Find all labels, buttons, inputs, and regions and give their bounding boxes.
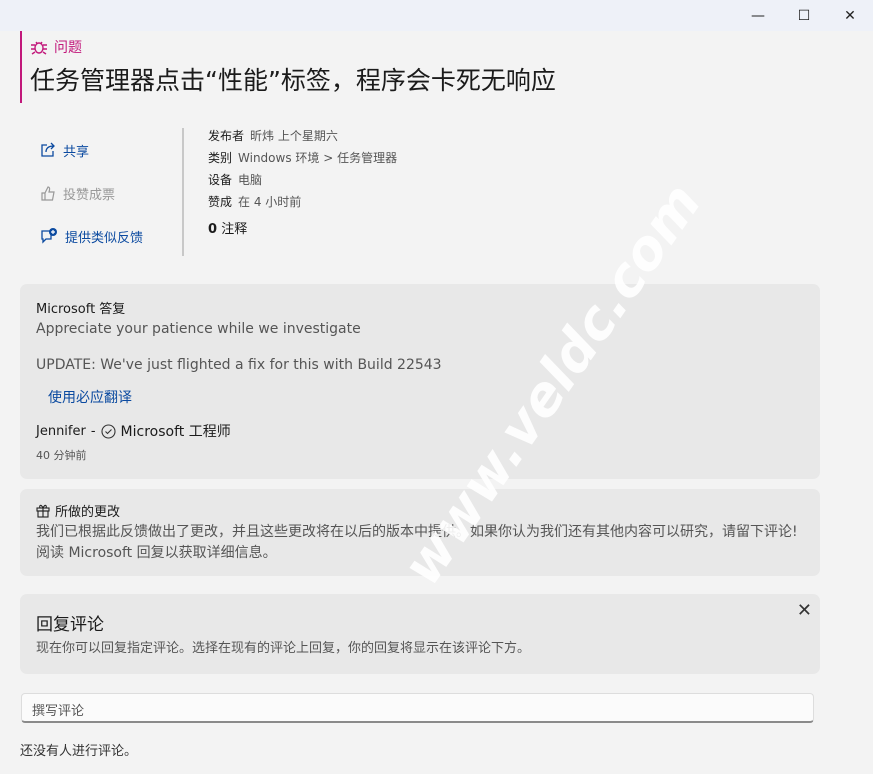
reply-tip-heading: 回复评论 [36,615,104,635]
share-icon [41,142,55,157]
comment-input[interactable]: 撰写评论 [21,693,814,723]
changes-heading: 所做的更改 [55,505,121,520]
gift-icon [36,504,50,518]
add-comment-icon [41,228,57,244]
no-comments-text: 还没有人进行评论。 [20,744,138,759]
title-bar: — ☐ ✕ [0,0,873,31]
changes-card: 所做的更改 我们已根据此反馈做出了更改，并且这些更改将在以后的版本中提供。如果你… [20,489,820,576]
thumbs-up-icon [41,186,55,201]
reply-tip-card: 回复评论 现在你可以回复指定评论。选择在现有的评论上回复，你的回复将显示在该评论… [20,594,820,674]
close-tip-icon[interactable]: ✕ [797,600,812,621]
minimize-button[interactable]: — [735,0,781,31]
maximize-button[interactable]: ☐ [781,0,827,31]
author-role: Microsoft 工程师 [120,424,231,440]
publisher-value: 昕炜 上个星期六 [250,129,338,143]
share-label: 共享 [63,144,90,160]
changes-text: 我们已根据此反馈做出了更改，并且这些更改将在以后的版本中提供。如果你认为我们还有… [36,524,798,561]
page-title: 任务管理器点击“性能”标签，程序会卡死无响应 [30,66,556,95]
share-button[interactable]: 共享 [40,140,143,160]
author-name: Jennifer [36,423,86,439]
response-time: 40 分钟前 [36,449,87,462]
upvote-time-value: 在 4 小时前 [238,195,302,209]
reply-tip-text: 现在你可以回复指定评论。选择在现有的评论上回复，你的回复将显示在该评论下方。 [36,641,531,656]
upvote-time-label: 赞成 [208,195,233,209]
upvote-button[interactable]: 投赞成票 [40,183,143,203]
category-value: Windows 环境 > 任务管理器 [238,151,398,165]
feedback-header: 问题 任务管理器点击“性能”标签，程序会卡死无响应 [20,31,556,103]
close-window-button[interactable]: ✕ [827,0,873,31]
similar-feedback-label: 提供类似反馈 [65,230,144,246]
device-label: 设备 [208,173,233,187]
comment-count: 0 [208,222,218,237]
microsoft-response-card: Microsoft 答复 Appreciate your patience wh… [20,284,820,479]
publisher-label: 发布者 [208,129,245,143]
device-value: 电脑 [238,173,263,187]
response-text: Appreciate your patience while we invest… [36,321,361,337]
separator: - [90,423,96,439]
feedback-type: 问题 [54,40,82,56]
similar-feedback-button[interactable]: 提供类似反馈 [40,226,143,246]
comments-label: 注释 [221,222,248,237]
response-heading: Microsoft 答复 [36,302,126,317]
upvote-label: 投赞成票 [63,187,116,203]
response-update: UPDATE: We've just flighted a fix for th… [36,357,442,373]
feedback-meta: 发布者 昕炜 上个星期六 类别 Windows 环境 > 任务管理器 设备 电脑 赞成… [208,128,397,244]
bug-icon [31,41,47,55]
category-label: 类别 [208,151,233,165]
translate-link[interactable]: 使用必应翻译 [48,387,804,407]
verified-check-icon [100,423,116,439]
divider [182,128,184,256]
